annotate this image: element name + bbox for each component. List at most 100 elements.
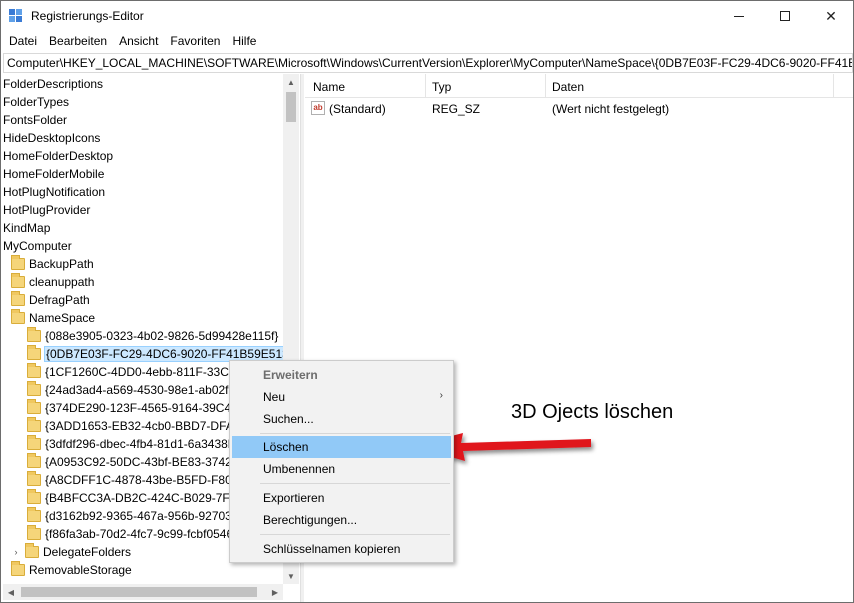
menu-separator [260, 483, 450, 484]
tree-item[interactable]: {3dfdf296-dbec-4fb4-81d1-6a3438l [27, 435, 230, 453]
menu-item-umbenennen[interactable]: Umbenennen [232, 458, 451, 480]
tree-item[interactable]: {B4BFCC3A-DB2C-424C-B029-7FE9 [27, 489, 244, 507]
tree-item[interactable]: FolderTypes [3, 93, 69, 111]
column-divider[interactable] [833, 74, 834, 98]
registry-editor-window: Registrierungs-Editor ✕ Datei Bearbeiten… [0, 0, 854, 603]
minimize-icon [734, 15, 744, 17]
menu-separator [260, 534, 450, 535]
tree-item-label: HomeFolderMobile [3, 167, 105, 181]
tree-item-label: {A8CDFF1C-4878-43be-B5FD-F8091 [45, 473, 246, 487]
menu-item-loeschen[interactable]: Löschen [232, 436, 451, 458]
tree-item-label: {f86fa3ab-70d2-4fc7-9c99-fcbf0546 [45, 527, 234, 541]
menu-datei[interactable]: Datei [3, 32, 43, 52]
menu-separator [260, 433, 450, 434]
folder-icon [11, 291, 25, 306]
folder-open-icon [11, 309, 25, 324]
menu-item-erweitern[interactable]: Erweitern [232, 364, 451, 386]
tree-item-label: cleanuppath [29, 275, 95, 289]
tree-item-label: FolderTypes [3, 95, 70, 109]
folder-icon [27, 345, 41, 360]
title-bar: Registrierungs-Editor ✕ [1, 1, 853, 31]
menu-favoriten[interactable]: Favoriten [164, 32, 226, 52]
tree-item-mycomputer[interactable]: MyComputer [3, 237, 72, 255]
tree-item[interactable]: {088e3905-0323-4b02-9826-5d99428e115f} [27, 327, 278, 345]
menu-item-label: Neu [263, 390, 286, 404]
folder-icon [25, 543, 39, 558]
tree-item-label: HomeFolderDesktop [3, 149, 114, 163]
list-row[interactable]: ab (Standard) REG_SZ (Wert nicht festgel… [305, 100, 853, 118]
registry-editor-app-icon [9, 9, 25, 24]
tree-item[interactable]: cleanuppath [11, 273, 94, 291]
tree-item-label: {374DE290-123F-4565-9164-39C492 [45, 401, 245, 415]
scrollbar-thumb[interactable] [21, 587, 257, 597]
tree-item[interactable]: BackupPath [11, 255, 94, 273]
tree-item-label: KindMap [3, 221, 51, 235]
menu-item-neu[interactable]: Neu › [232, 386, 451, 408]
tree-item[interactable]: {A8CDFF1C-4878-43be-B5FD-F8091 [27, 471, 245, 489]
column-header-name[interactable]: Name [313, 80, 345, 94]
tree-item-label: {24ad3ad4-a569-4530-98e1-ab02f9 [45, 383, 236, 397]
tree-item[interactable]: DefragPath [11, 291, 90, 309]
tree-item[interactable]: HotPlugProvider [3, 201, 90, 219]
menu-item-berechtigungen[interactable]: Berechtigungen... [232, 509, 451, 531]
folder-icon [27, 327, 41, 342]
minimize-button[interactable] [716, 1, 762, 31]
string-value-icon: ab [311, 101, 325, 115]
column-header-type[interactable]: Typ [432, 80, 451, 94]
address-bar[interactable]: Computer\HKEY_LOCAL_MACHINE\SOFTWARE\Mic… [3, 53, 853, 73]
tree-item[interactable]: HomeFolderMobile [3, 165, 104, 183]
tree-item[interactable]: {d3162b92-9365-467a-956b-92703a [27, 507, 239, 525]
tree-item-label: {0DB7E03F-FC29-4DC6-9020-FF41B59E513A} [44, 346, 299, 362]
menu-item-exportieren[interactable]: Exportieren [232, 487, 451, 509]
tree-item[interactable]: FolderDescriptions [3, 75, 103, 93]
value-type: REG_SZ [432, 102, 481, 116]
tree-item-label: {d3162b92-9365-467a-956b-92703a [45, 509, 239, 523]
maximize-button[interactable] [762, 1, 808, 31]
menu-hilfe[interactable]: Hilfe [226, 32, 262, 52]
tree-item[interactable]: {f86fa3ab-70d2-4fc7-9c99-fcbf0546 [27, 525, 233, 543]
folder-icon [27, 381, 41, 396]
value-data: (Wert nicht festgelegt) [552, 102, 670, 116]
column-divider[interactable] [545, 74, 546, 98]
tree-item[interactable]: {3ADD1653-EB32-4cb0-BBD7-DFA0 [27, 417, 240, 435]
tree-item[interactable]: KindMap [3, 219, 50, 237]
folder-icon [27, 525, 41, 540]
folder-icon [27, 435, 41, 450]
scroll-down-icon[interactable]: ▼ [283, 568, 299, 584]
tree-item-label: DefragPath [29, 293, 90, 307]
expand-chevron-icon[interactable]: › [11, 547, 21, 557]
menu-item-suchen[interactable]: Suchen... [232, 408, 451, 430]
scroll-left-icon[interactable]: ◀ [3, 584, 19, 600]
column-header-data[interactable]: Daten [552, 80, 584, 94]
tree-item[interactable]: {A0953C92-50DC-43bf-BE83-3742F [27, 453, 239, 471]
tree-item-namespace[interactable]: NameSpace [11, 309, 95, 327]
tree-item-label: {B4BFCC3A-DB2C-424C-B029-7FE9 [45, 491, 245, 505]
tree-horizontal-scrollbar[interactable]: ◀ ▶ [3, 584, 283, 600]
scroll-up-icon[interactable]: ▲ [283, 74, 299, 90]
tree-item[interactable]: HotPlugNotification [3, 183, 105, 201]
menu-item-schluesselnamen-kopieren[interactable]: Schlüsselnamen kopieren [232, 538, 451, 560]
tree-item[interactable]: HideDesktopIcons [3, 129, 100, 147]
close-button[interactable]: ✕ [808, 1, 854, 31]
tree-item-label: RemovableStorage [29, 563, 132, 577]
scroll-right-icon[interactable]: ▶ [267, 584, 283, 600]
tree-item[interactable]: FontsFolder [3, 111, 67, 129]
tree-item[interactable]: RemovableStorage [11, 561, 132, 579]
folder-icon [11, 273, 25, 288]
scrollbar-thumb[interactable] [286, 92, 296, 122]
column-divider[interactable] [425, 74, 426, 98]
menu-bearbeiten[interactable]: Bearbeiten [43, 32, 113, 52]
menu-ansicht[interactable]: Ansicht [113, 32, 164, 52]
tree-item[interactable]: {374DE290-123F-4565-9164-39C492 [27, 399, 244, 417]
tree-item[interactable]: {24ad3ad4-a569-4530-98e1-ab02f9 [27, 381, 235, 399]
tree-item-label: {A0953C92-50DC-43bf-BE83-3742F [45, 455, 240, 469]
tree-item-label: MyComputer [3, 239, 72, 253]
list-header: Name Typ Daten [305, 74, 853, 98]
folder-icon [27, 399, 41, 414]
folder-icon [27, 507, 41, 522]
tree-item[interactable]: HomeFolderDesktop [3, 147, 113, 165]
folder-icon [11, 255, 25, 270]
tree-item-delegatefolders[interactable]: › DelegateFolders [11, 543, 131, 561]
menu-bar: Datei Bearbeiten Ansicht Favoriten Hilfe [1, 32, 853, 52]
tree-item[interactable]: {1CF1260C-4DD0-4ebb-811F-33C5 [27, 363, 236, 381]
